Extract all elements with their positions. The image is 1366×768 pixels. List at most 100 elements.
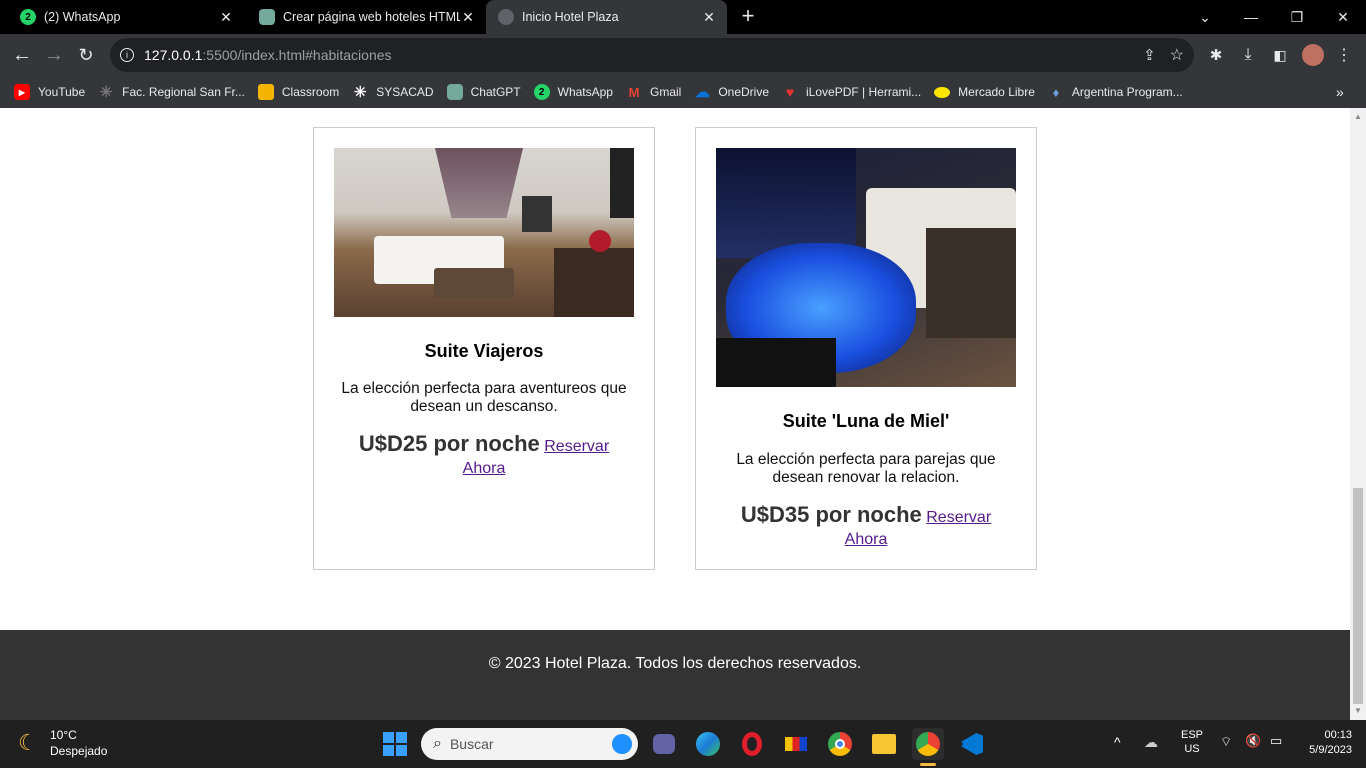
room-price: U$D25 por noche	[358, 431, 540, 456]
scroll-down-icon[interactable]: ▼	[1354, 706, 1362, 715]
tab-search-icon[interactable]: ⌄	[1182, 0, 1228, 34]
extensions-icon[interactable]: ✱	[1200, 34, 1232, 76]
windows-taskbar: ☾ 10°C Despejado ⌕ Buscar ^ ☁ ESP US ⌔ 🔇…	[0, 720, 1366, 768]
close-tab-icon[interactable]: ✕	[701, 9, 717, 26]
room-card: Suite 'Luna de Miel' La elección perfect…	[695, 127, 1037, 570]
app-icon[interactable]	[780, 728, 812, 760]
whatsapp-icon: 2	[533, 84, 550, 100]
tab-chatgpt[interactable]: Crear página web hoteles HTML/ ✕	[244, 0, 486, 34]
bookmark-star-icon[interactable]: ☆	[1170, 45, 1184, 65]
chatgpt-icon	[446, 84, 463, 100]
room-card: Suite Viajeros La elección perfecta para…	[313, 127, 655, 570]
bookmarks-bar: ▶ YouTube ✳ Fac. Regional San Fr... Classr…	[0, 76, 1366, 108]
bookmark-whatsapp[interactable]: 2 WhatsApp	[533, 84, 613, 100]
battery-icon[interactable]: ▭	[1270, 733, 1282, 749]
page-scrollbar[interactable]: ▲ ▼	[1350, 108, 1366, 720]
bookmark-classroom[interactable]: Classroom	[257, 84, 339, 100]
back-icon[interactable]: ←	[6, 34, 38, 76]
restore-button[interactable]: ❐	[1274, 0, 1320, 34]
menu-icon[interactable]: ⋮	[1328, 34, 1360, 76]
tab-title: Inicio Hotel Plaza	[522, 10, 619, 24]
search-icon: ⌕	[433, 735, 442, 752]
bookmark-gmail[interactable]: M Gmail	[626, 84, 682, 100]
room-price: U$D35 por noche	[740, 502, 922, 527]
scrollbar-thumb[interactable]	[1353, 488, 1363, 704]
argentina-program-icon: ♦	[1052, 84, 1060, 100]
utn-icon: ✳	[99, 84, 113, 101]
bookmark-youtube[interactable]: ▶ YouTube	[14, 84, 85, 100]
room-description: La elección perfecta para aventureos que…	[341, 380, 627, 415]
tab-whatsapp[interactable]: 2 (2) WhatsApp ✕	[0, 0, 244, 34]
page-footer: © 2023 Hotel Plaza. Todos los derechos r…	[0, 630, 1350, 720]
room-description: La elección perfecta para parejas que de…	[736, 451, 996, 486]
bookmark-sysacad[interactable]: ✳ SYSACAD	[352, 84, 434, 101]
url-path: :5500/index.html#habitaciones	[202, 47, 392, 63]
page-viewport: Suite Viajeros La elección perfecta para…	[0, 108, 1350, 720]
forward-icon[interactable]: →	[38, 34, 70, 76]
teams-chat-icon[interactable]	[648, 728, 680, 760]
room-price-block: U$D25 por noche Reservar Ahora	[344, 433, 624, 480]
opera-icon[interactable]	[736, 728, 768, 760]
weather-temp[interactable]: 10°C	[50, 728, 77, 742]
whatsapp-icon: 2	[20, 9, 36, 25]
room-title: Suite 'Luna de Miel'	[782, 411, 950, 431]
bookmark-utn[interactable]: ✳ Fac. Regional San Fr...	[98, 84, 245, 101]
windows-start-icon[interactable]	[379, 728, 411, 760]
chrome-icon[interactable]	[824, 728, 856, 760]
room-photo	[334, 148, 634, 317]
vscode-icon[interactable]	[956, 728, 988, 760]
address-bar[interactable]: i 127.0.0.1:5500/index.html#habitaciones…	[110, 38, 1194, 72]
tab-title: Crear página web hoteles HTML/	[283, 10, 460, 24]
ilovepdf-icon: ♥	[785, 84, 795, 100]
minimize-button[interactable]: —	[1228, 0, 1274, 34]
bookmark-ilovepdf[interactable]: ♥ iLovePDF | Herrami...	[782, 84, 921, 100]
room-price-block: U$D35 por noche Reservar Ahora	[726, 504, 1006, 551]
close-tab-icon[interactable]: ✕	[218, 9, 234, 26]
language-indicator[interactable]: ESP US	[1180, 729, 1204, 755]
room-photo	[716, 148, 1016, 387]
download-icon[interactable]: ⤓	[1232, 34, 1264, 76]
tab-title: (2) WhatsApp	[44, 10, 121, 24]
youtube-icon: ▶	[14, 84, 30, 100]
bookmark-chatgpt[interactable]: ChatGPT	[446, 84, 521, 100]
reload-icon[interactable]: ↻	[70, 34, 102, 76]
url-host: 127.0.0.1	[144, 47, 203, 63]
show-hidden-icons[interactable]: ^	[1114, 734, 1121, 750]
share-icon[interactable]: ⇪	[1143, 46, 1156, 64]
mercadolibre-icon	[934, 86, 951, 98]
file-explorer-icon[interactable]	[868, 728, 900, 760]
bookmark-onedrive[interactable]: ☁ OneDrive	[694, 84, 769, 101]
bookmark-argentina-program[interactable]: ♦ Argentina Program...	[1048, 84, 1183, 100]
more-bookmarks-icon[interactable]: »	[1336, 76, 1344, 108]
footer-text: © 2023 Hotel Plaza. Todos los derechos r…	[488, 655, 862, 672]
tab-hotel-plaza[interactable]: Inicio Hotel Plaza ✕	[486, 0, 727, 34]
browser-toolbar: ← → ↻ i 127.0.0.1:5500/index.html#habita…	[0, 34, 1366, 76]
clock[interactable]: 00:13 5/9/2023	[1296, 729, 1352, 756]
tab-strip: 2 (2) WhatsApp ✕ Crear página web hotele…	[0, 0, 1366, 34]
edge-icon[interactable]	[692, 728, 724, 760]
profile-avatar[interactable]	[1297, 34, 1329, 76]
active-indicator	[920, 763, 936, 766]
bookmark-mercadolibre[interactable]: Mercado Libre	[934, 85, 1035, 99]
sysacad-icon: ✳	[353, 84, 367, 101]
close-window-button[interactable]: ✕	[1320, 0, 1366, 34]
onedrive-status-icon[interactable]: ☁	[1144, 734, 1158, 751]
side-panel-icon[interactable]: ◧	[1264, 34, 1296, 76]
room-title: Suite Viajeros	[424, 341, 544, 361]
wifi-icon[interactable]: ⌔	[1220, 734, 1232, 750]
scroll-up-icon[interactable]: ▲	[1354, 112, 1362, 121]
search-placeholder: Buscar	[449, 736, 494, 752]
globe-icon	[498, 9, 514, 25]
volume-muted-icon[interactable]: 🔇	[1245, 733, 1261, 749]
bing-icon	[612, 734, 632, 754]
onedrive-icon: ☁	[694, 84, 710, 101]
chrome-profile-icon[interactable]	[912, 728, 944, 760]
site-info-icon[interactable]: i	[120, 48, 134, 62]
new-tab-button[interactable]: +	[736, 4, 760, 30]
moon-weather-icon: ☾	[18, 730, 38, 755]
close-tab-icon[interactable]: ✕	[460, 9, 476, 26]
taskbar-search[interactable]: ⌕ Buscar	[421, 728, 638, 760]
weather-desc[interactable]: Despejado	[50, 744, 107, 758]
chatgpt-icon	[259, 9, 275, 25]
gmail-icon: M	[628, 84, 640, 100]
